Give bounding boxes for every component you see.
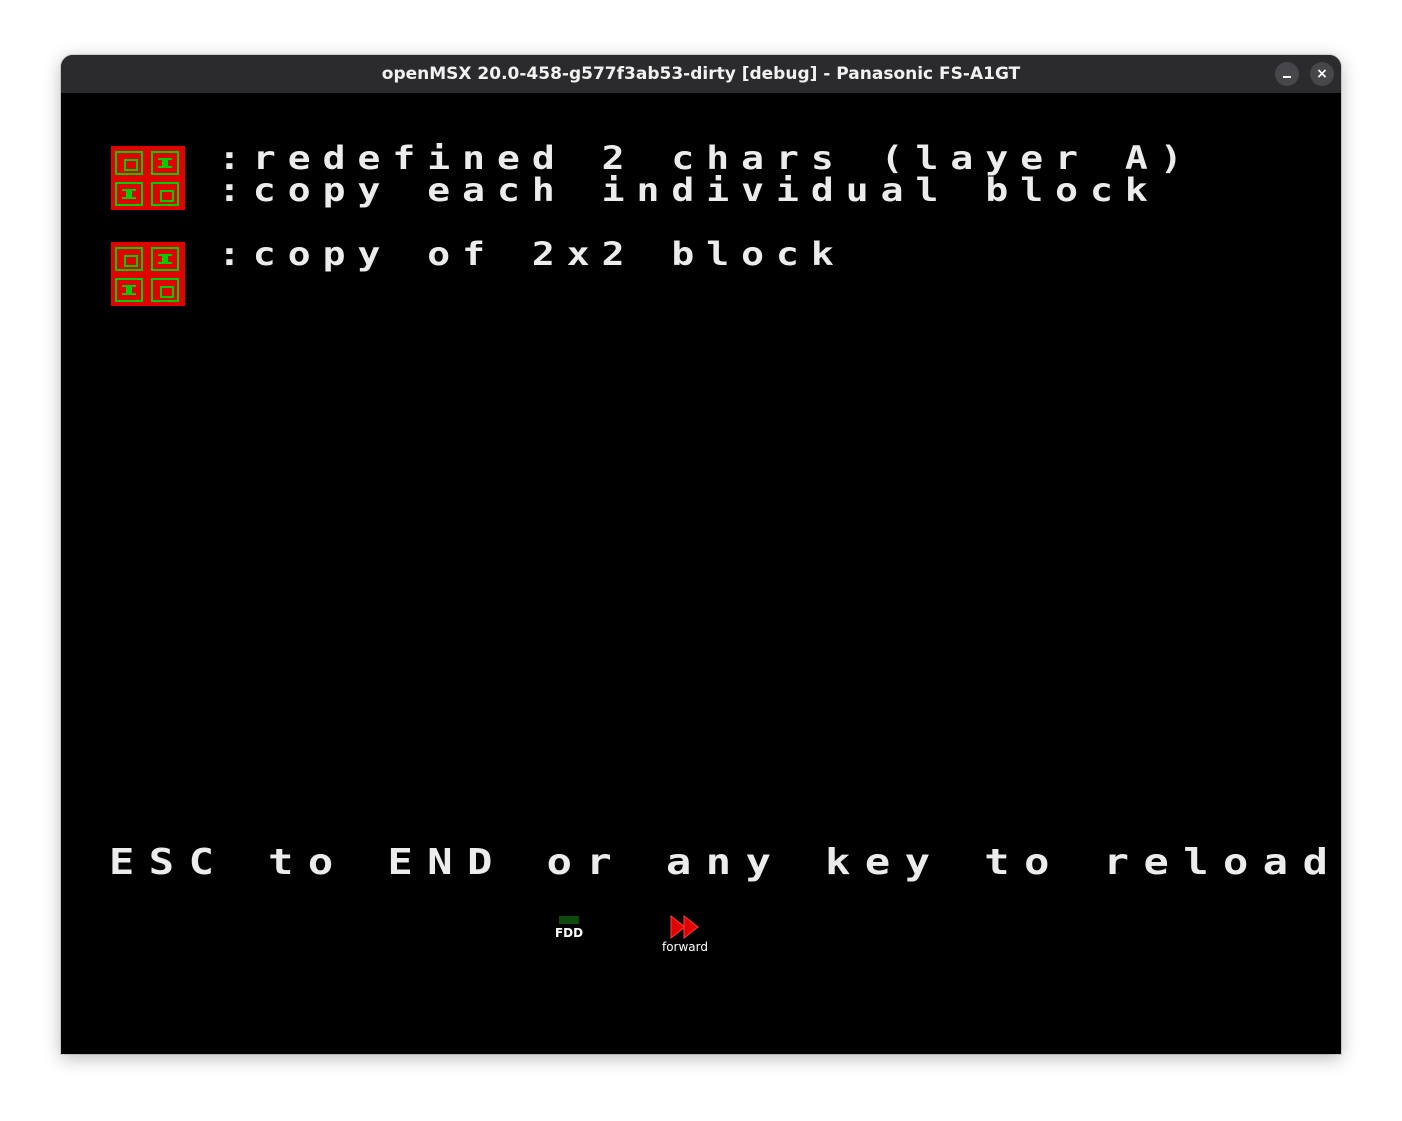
block-cell xyxy=(115,247,143,271)
title-bar[interactable]: openMSX 20.0-458-g577f3ab53-dirty [debug… xyxy=(61,55,1341,93)
footer-prompt: ESC to END or any key to reload. xyxy=(109,841,1341,883)
block-cell xyxy=(115,182,143,206)
minimize-icon xyxy=(1283,76,1291,78)
minimize-button[interactable] xyxy=(1275,62,1299,86)
block-cell xyxy=(151,182,179,206)
fdd-label: FDD xyxy=(554,926,584,940)
block-cell xyxy=(151,247,179,271)
redefined-chars-block xyxy=(111,146,185,210)
close-icon: × xyxy=(1316,66,1328,82)
fdd-led-icon xyxy=(559,916,579,924)
block-cell xyxy=(151,278,179,302)
fast-forward-icon xyxy=(670,914,699,940)
emulator-window: openMSX 20.0-458-g577f3ab53-dirty [debug… xyxy=(61,55,1341,1054)
msx-screen[interactable]: :redefined 2 chars (layer A) :copy each … xyxy=(61,93,1341,1054)
block-cell xyxy=(115,278,143,302)
copy-2x2-block xyxy=(111,242,185,306)
fdd-indicator: FDD xyxy=(553,916,585,940)
block-cell xyxy=(115,151,143,175)
block-cell xyxy=(151,151,179,175)
window-title: openMSX 20.0-458-g577f3ab53-dirty [debug… xyxy=(381,64,1021,84)
screen-line-2: :copy each individual block xyxy=(218,171,1160,209)
close-button[interactable]: × xyxy=(1310,62,1334,86)
forward-indicator: forward xyxy=(657,914,713,954)
forward-label: forward xyxy=(661,940,708,954)
screen-line-3: :copy of 2x2 block xyxy=(218,235,846,273)
